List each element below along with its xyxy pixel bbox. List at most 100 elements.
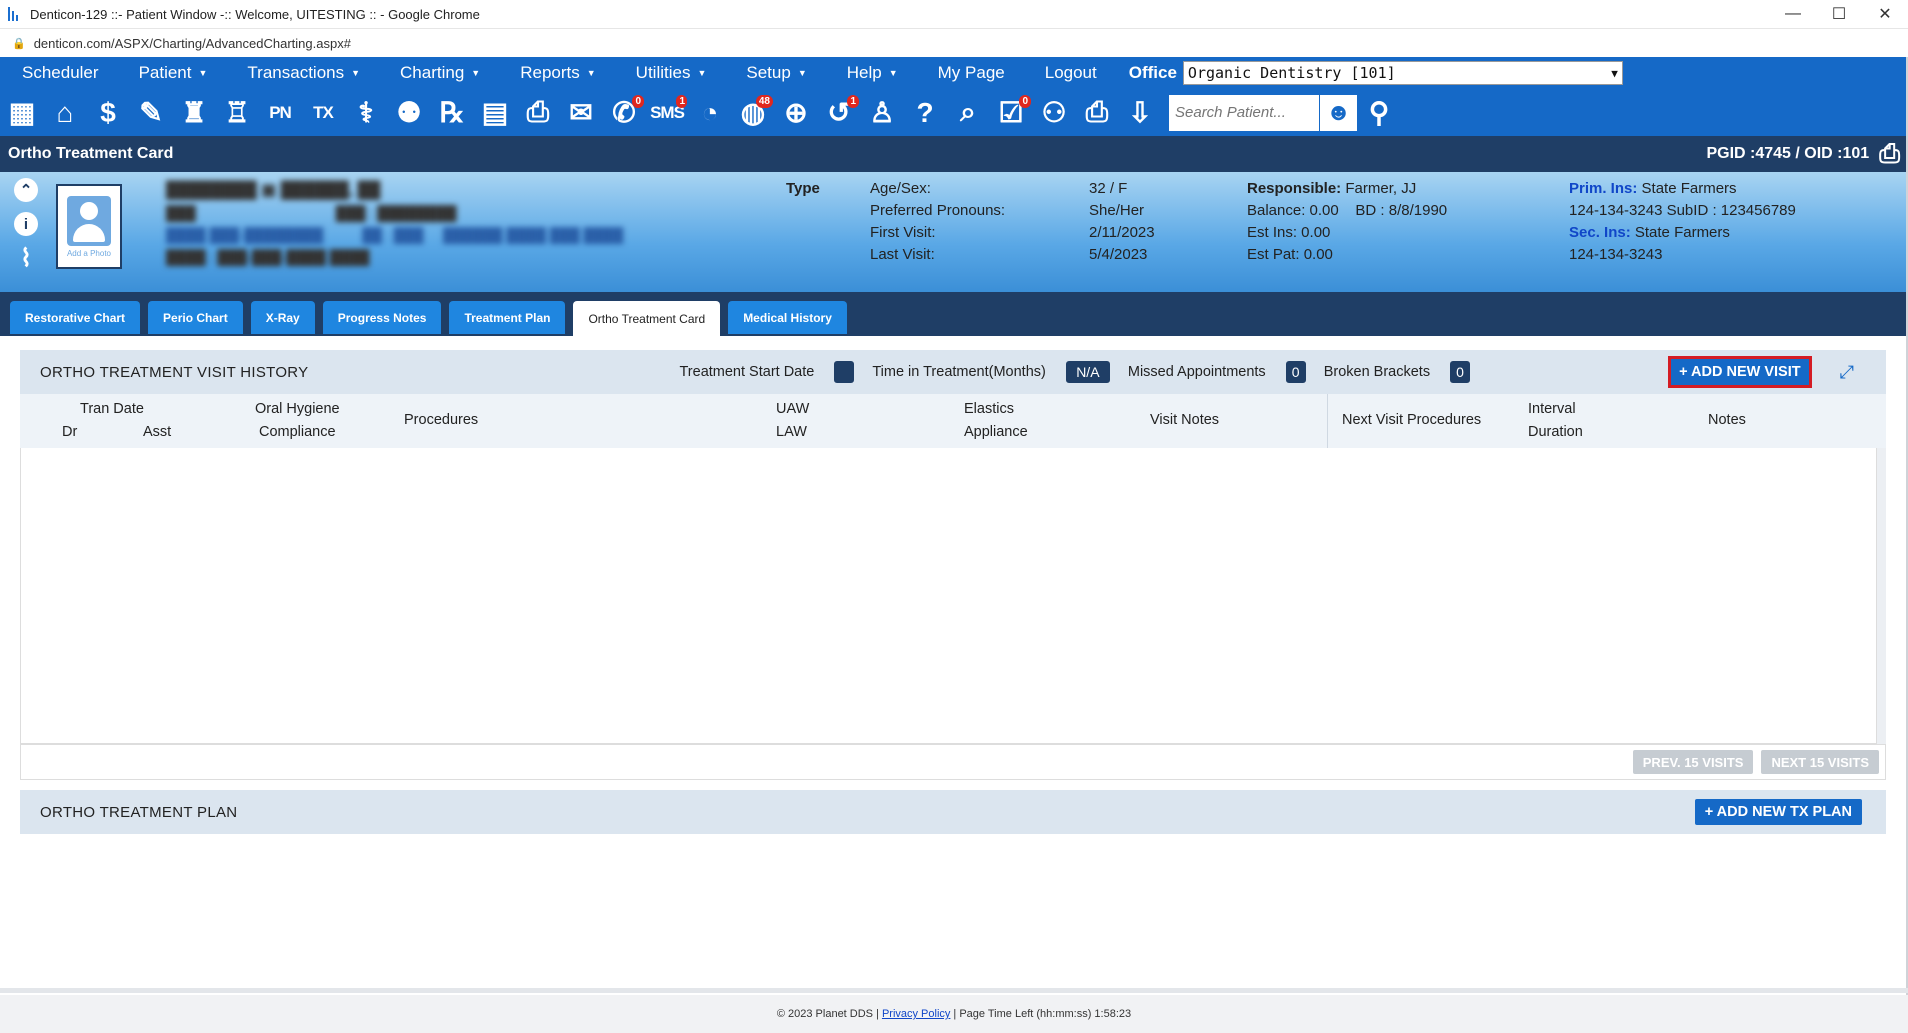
close-button[interactable]: ✕ [1862, 0, 1908, 29]
sms-icon[interactable]: SMS 1 [649, 93, 687, 133]
col-tran-date: Tran Date [80, 401, 144, 417]
tab-x-ray[interactable]: X-Ray [250, 301, 315, 334]
tooth-icon[interactable]: ♙ [864, 93, 900, 133]
missed-appointments-value: 0 [1285, 361, 1306, 383]
caret-down-icon: ▼ [697, 68, 707, 78]
add-new-tx-plan-button[interactable]: + ADD NEW TX PLAN [1694, 799, 1862, 825]
tab-progress-notes[interactable]: Progress Notes [322, 301, 442, 334]
tooth-chart-icon[interactable]: ♜ [176, 93, 212, 133]
col-procedures: Procedures [404, 412, 479, 428]
chat-search-icon[interactable]: ⚲ [1361, 93, 1397, 133]
broken-brackets-label: Broken Brackets [1323, 364, 1431, 380]
globe-search-icon[interactable]: ⌕ [950, 93, 986, 133]
address-bar[interactable]: 🔒 denticon.com/ASPX/Charting/AdvancedCha… [0, 29, 1908, 57]
col-interval: Interval [1528, 401, 1576, 417]
menu-patient[interactable]: Patient ▼ [139, 63, 208, 83]
patient-search-icon[interactable]: ☻ [1319, 94, 1357, 131]
download-icon[interactable]: ⇩ [1122, 93, 1158, 133]
tooth-help-icon[interactable]: ? [907, 93, 943, 133]
maximize-button[interactable]: ☐ [1816, 0, 1862, 29]
main-menu: Scheduler Patient ▼ Transactions ▼ Chartin… [0, 57, 1908, 89]
lock-icon: 🔒 [12, 37, 26, 50]
message-badge: 0 [632, 94, 644, 108]
visit-table-body [20, 448, 1886, 744]
vertical-scrollbar[interactable] [1876, 448, 1886, 744]
tab-restorative-chart[interactable]: Restorative Chart [10, 301, 141, 334]
pgid-oid: PGID :4745 / OID :101 [1706, 145, 1870, 162]
tab-ortho-treatment-card[interactable]: Ortho Treatment Card [573, 301, 721, 336]
menu-logout[interactable]: Logout [1045, 63, 1097, 83]
print-form-icon[interactable]: ⎙ [520, 93, 556, 133]
col-dr: Dr [62, 424, 78, 440]
time-in-treatment-value: N/A [1065, 361, 1110, 383]
visit-history-header: ORTHO TREATMENT VISIT HISTORY Treatment … [20, 350, 1886, 394]
progress-notes-icon[interactable]: PN [262, 93, 298, 133]
attachment-icon[interactable]: ⌇ [14, 245, 38, 272]
type-label: Type [786, 180, 820, 197]
treatment-icon[interactable]: TX [305, 93, 341, 133]
menu-transactions[interactable]: Transactions ▼ [247, 63, 360, 83]
web-icon[interactable]: ◍ 48 [735, 93, 773, 133]
responsible-label: Responsible: [1247, 180, 1342, 197]
add-patient-icon[interactable]: ⚕ [348, 93, 384, 133]
menu-scheduler[interactable]: Scheduler [22, 63, 99, 83]
first-visit-value: 2/11/2023 [1089, 224, 1155, 241]
forms-icon[interactable]: ☑ 0 [993, 93, 1031, 133]
add-new-visit-button[interactable]: + ADD NEW VISIT [1668, 356, 1812, 388]
prev-visits-button[interactable]: PREV. 15 VISITS [1632, 750, 1754, 774]
visit-pager: PREV. 15 VISITS NEXT 15 VISITS [20, 744, 1886, 780]
recall-icon[interactable]: ↺ 1 [821, 93, 859, 133]
balance-value: Balance: 0.00 [1247, 202, 1339, 219]
collapse-icon[interactable]: ⌃ [14, 178, 38, 202]
message-icon[interactable]: ✆ 0 [606, 93, 644, 133]
tab-medical-history[interactable]: Medical History [728, 301, 847, 334]
card-title: Ortho Treatment Card [8, 145, 174, 162]
tooth-perio-icon[interactable]: ♖ [219, 93, 255, 133]
col-next-visit-procedures: Next Visit Procedures [1342, 412, 1482, 428]
tab-perio-chart[interactable]: Perio Chart [148, 301, 243, 334]
menu-utilities[interactable]: Utilities ▼ [636, 63, 707, 83]
calendar-icon[interactable]: ▦ [4, 93, 40, 133]
url-text: denticon.com/ASPX/Charting/AdvancedChart… [33, 35, 351, 51]
privacy-policy-link[interactable]: Privacy Policy [882, 1008, 950, 1020]
printer-icon[interactable]: ⎙ [1079, 93, 1115, 133]
clock-icon[interactable]: ◔ [692, 93, 728, 133]
office-select[interactable]: Organic Dentistry [101] ▼ [1182, 61, 1623, 85]
menu-setup[interactable]: Setup ▼ [746, 63, 806, 83]
redacted-patient-details: ████████ ▣ ██████, ██ ███ ███ : ████████… [166, 182, 624, 265]
prim-ins-value: State Farmers [1641, 180, 1737, 197]
footer-divider [0, 988, 1908, 993]
pronouns-value: She/Her [1089, 202, 1145, 219]
family-icon[interactable]: ⚇ [1036, 93, 1072, 133]
sec-ins-ids: 124-134-3243 [1569, 246, 1663, 263]
mail-icon[interactable]: ✉ [563, 93, 599, 133]
prescription-icon[interactable]: ℞ [434, 93, 470, 133]
last-visit-value: 5/4/2023 [1089, 246, 1148, 263]
edit-icon[interactable]: ✎ [133, 93, 169, 133]
search-patient-input[interactable] [1169, 94, 1319, 131]
patient-photo[interactable]: Add a Photo [56, 184, 122, 269]
caret-down-icon: ▼ [198, 68, 208, 78]
menu-help[interactable]: Help ▼ [847, 63, 898, 83]
age-sex-value: 32 / F [1089, 180, 1128, 197]
app-icon [8, 7, 22, 21]
dollar-icon[interactable]: $ [90, 93, 126, 133]
menu-reports[interactable]: Reports ▼ [520, 63, 595, 83]
notes-icon[interactable]: ▤ [477, 93, 513, 133]
office-label: Office [1128, 63, 1177, 82]
page-time-left: | Page Time Left (hh:mm:ss) 1:58:23 [953, 1008, 1132, 1020]
menu-charting[interactable]: Charting ▼ [400, 63, 480, 83]
tab-treatment-plan[interactable]: Treatment Plan [449, 301, 566, 334]
expand-icon[interactable]: ⤢ [1840, 362, 1854, 383]
prim-ins-label: Prim. Ins: [1569, 180, 1638, 197]
pronouns-label: Preferred Pronouns: [870, 202, 1006, 219]
print-icon[interactable]: ⎙ [1879, 138, 1900, 170]
minimize-button[interactable]: — [1770, 0, 1816, 29]
menu-my-page[interactable]: My Page [938, 63, 1005, 83]
home-icon[interactable]: ⌂ [47, 93, 83, 133]
col-duration: Duration [1528, 424, 1583, 440]
add-family-icon[interactable]: ⚉ [391, 93, 427, 133]
next-visits-button[interactable]: NEXT 15 VISITS [1761, 750, 1879, 774]
info-icon[interactable]: i [14, 212, 38, 236]
globe-people-icon[interactable]: ⊕ [778, 93, 814, 133]
